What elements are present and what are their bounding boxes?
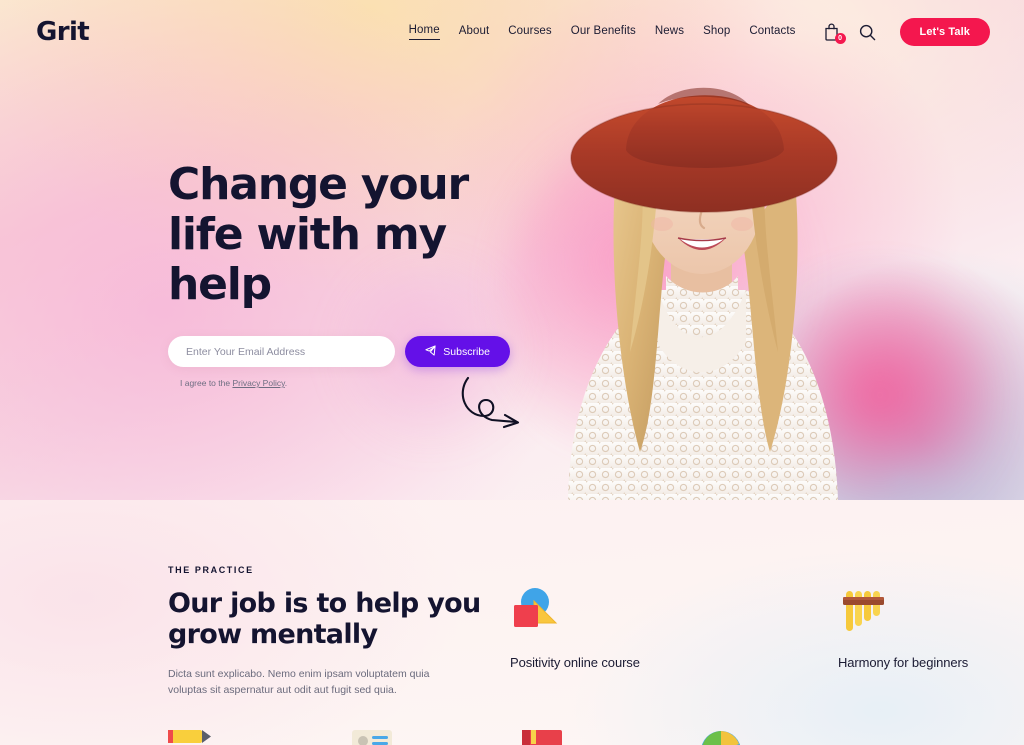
subscribe-form: Subscribe [168,336,510,367]
course-row: Positivity online course Harmony for beg… [510,585,990,670]
nav-links: Home About Courses Our Benefits News Sho… [408,24,796,40]
hero-copy: Change your life with my help Subscribe … [168,160,548,388]
hero-title-line-2: life with my help [168,209,447,310]
closed-book-icon [520,728,566,745]
course-label: Harmony for beginners [838,655,969,670]
identification-card-icon [350,728,396,745]
landing-page: Grit Home About Courses Our Benefits New… [0,0,1024,745]
practice-description: Dicta sunt explicabo. Nemo enim ipsam vo… [168,668,430,696]
pie-chart-icon [698,728,744,745]
nav-link-about[interactable]: About [459,25,490,40]
course-item-positivity[interactable]: Positivity online course [510,585,662,670]
practice-title-line-2: grow mentally [168,619,378,650]
hero-title-line-1: Change your [168,159,469,210]
hero-portrait-image [508,52,880,500]
brand-logo[interactable]: Grit [36,17,90,47]
pan-flute-icon [838,585,890,635]
course-item-harmony[interactable]: Harmony for beginners [838,585,990,670]
nav-link-contacts[interactable]: Contacts [749,25,795,40]
main-navigation: Grit Home About Courses Our Benefits New… [0,0,1024,64]
shopping-bag-icon[interactable]: 0 [822,21,846,44]
nav-link-our-benefits[interactable]: Our Benefits [571,25,636,40]
practice-title-line-1: Our job is to help you [168,588,481,619]
privacy-consent-suffix: . [284,378,288,388]
nav-link-home[interactable]: Home [408,24,440,40]
nav-link-news[interactable]: News [655,25,684,40]
hero-title: Change your life with my help [168,160,548,310]
course-label: Positivity online course [510,655,640,670]
course-list: Positivity online course Harmony for beg… [510,585,990,670]
nav-tools: 0 [822,21,878,44]
cart-count-badge: 0 [834,33,846,44]
shapes-icon [510,585,562,635]
subscribe-button[interactable]: Subscribe [405,336,510,367]
privacy-policy-link[interactable]: Privacy Policy [232,378,284,388]
subscribe-button-label: Subscribe [443,345,490,358]
email-input[interactable] [168,336,396,367]
search-icon[interactable] [858,21,878,43]
practice-title: Our job is to help you grow mentally [168,588,498,650]
practice-kicker: THE PRACTICE [168,565,254,575]
next-course-icon-row [0,728,1024,745]
nav-link-courses[interactable]: Courses [508,25,552,40]
lets-talk-button[interactable]: Let's Talk [899,18,990,46]
hero-section: Grit Home About Courses Our Benefits New… [0,0,1024,500]
ruler-pencil-icon [166,728,212,745]
curly-arrow-icon [458,372,530,435]
paper-plane-icon [425,344,436,359]
privacy-consent-prefix: I agree to the [180,378,233,388]
nav-link-shop[interactable]: Shop [703,25,730,40]
